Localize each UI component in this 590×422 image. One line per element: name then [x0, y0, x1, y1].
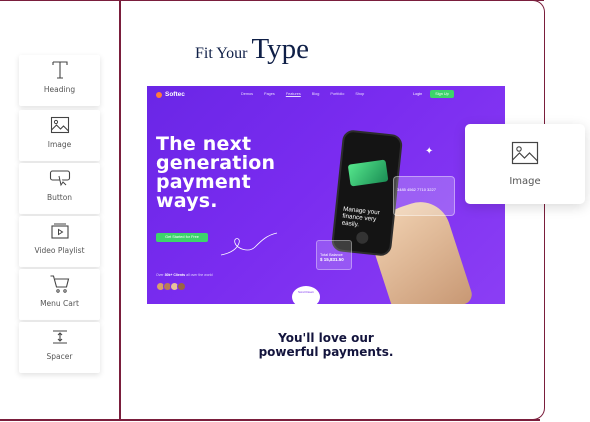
widget-label: Spacer	[46, 352, 73, 361]
phone-arrow-button	[355, 231, 369, 245]
users-prefix: Over	[156, 273, 164, 277]
widget-image[interactable]: Image	[19, 110, 100, 161]
decorative-curve	[220, 232, 278, 256]
login-link[interactable]: Login	[413, 92, 422, 96]
avatar	[177, 282, 186, 291]
title-main: Type	[251, 33, 310, 65]
cta-button[interactable]: Get Started for Free	[156, 233, 208, 242]
heading-icon	[48, 59, 72, 81]
frame-top-border	[0, 0, 544, 1]
widget-video-playlist[interactable]: Video Playlist	[19, 216, 100, 267]
tagline-line: powerful payments.	[258, 345, 394, 359]
balance-value: $ 15,831.50	[320, 257, 344, 262]
logo-text: Softec	[165, 91, 185, 98]
logo-mark-icon	[156, 91, 162, 98]
widget-label: Video Playlist	[34, 246, 85, 255]
sparkle-icon: ✦	[425, 146, 434, 157]
nav-item[interactable]: Demos	[241, 92, 253, 96]
preview-nav: Demos Pages Features Blog Portfolio Shop	[241, 92, 364, 96]
users-highlight: 30k+ Clients	[164, 273, 186, 277]
spacer-icon	[48, 326, 72, 348]
nav-item-active[interactable]: Features	[286, 92, 301, 96]
widget-label: Heading	[43, 85, 76, 94]
image-icon	[48, 114, 72, 136]
hero-heading: The next generation payment ways.	[156, 135, 275, 211]
tagline: You'll love our powerful payments.	[215, 331, 437, 359]
widget-menu-cart[interactable]: Menu Cart	[19, 269, 100, 320]
video-playlist-icon	[48, 220, 72, 242]
avatar-group	[156, 282, 186, 291]
widget-label: Button	[46, 193, 73, 202]
widget-button[interactable]: Button	[19, 163, 100, 214]
widget-heading[interactable]: Heading	[19, 55, 100, 106]
card-number: 3485 4562 7710 3227	[397, 187, 436, 192]
phone-text: Manage your finance very easily.	[341, 206, 380, 231]
users-suffix: all over the world	[186, 273, 213, 277]
menu-cart-icon	[48, 273, 72, 295]
glass-card: 3485 4562 7710 3227	[393, 176, 455, 216]
panel-divider	[119, 0, 121, 420]
nav-item[interactable]: Blog	[312, 92, 320, 96]
widget-label: Image	[47, 140, 72, 149]
widget-spacer[interactable]: Spacer	[19, 322, 100, 373]
scroll-down-badge[interactable]: Scroll Down	[292, 286, 320, 304]
phone-card-graphic	[347, 159, 389, 187]
signup-button[interactable]: Sign Up	[430, 90, 454, 98]
tagline-line: You'll love our	[278, 331, 374, 345]
frame-right-border	[533, 0, 545, 420]
frame-bottom-border	[0, 419, 540, 421]
preview-logo[interactable]: Softec	[156, 91, 185, 98]
nav-item[interactable]: Shop	[355, 92, 364, 96]
image-icon	[511, 141, 539, 170]
balance-card: Total Balance $ 15,831.50	[316, 240, 352, 270]
button-icon	[48, 167, 72, 189]
widget-label: Image	[509, 176, 541, 187]
dragged-image-widget[interactable]: Image	[465, 124, 585, 204]
hero-line: ways.	[156, 190, 218, 212]
nav-item[interactable]: Portfolio	[330, 92, 344, 96]
website-preview[interactable]: Softec Demos Pages Features Blog Portfol…	[147, 86, 505, 304]
widget-label: Menu Cart	[40, 299, 79, 308]
title-prefix: Fit Your	[195, 45, 248, 62]
users-stat: Over 30k+ Clients all over the world	[156, 273, 213, 277]
page-title: Fit Your Type	[195, 33, 309, 66]
nav-item[interactable]: Pages	[264, 92, 275, 96]
